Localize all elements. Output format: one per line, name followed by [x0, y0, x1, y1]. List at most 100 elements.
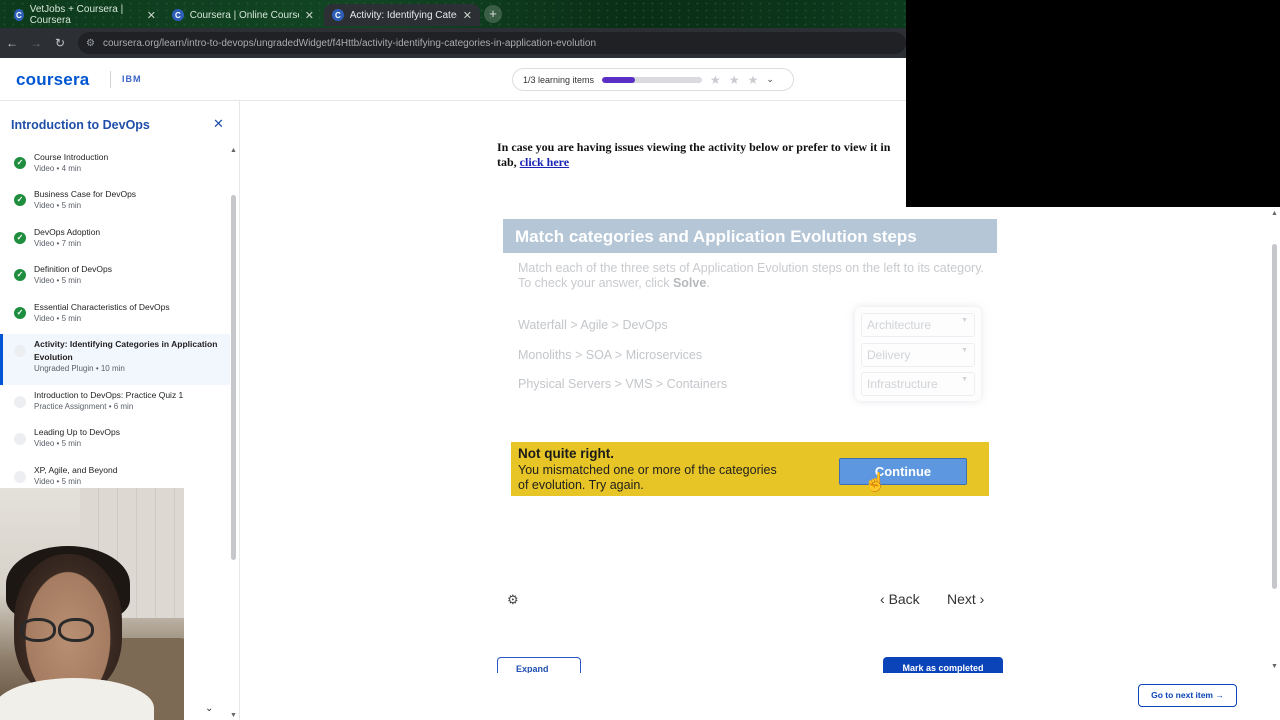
- close-tab-icon[interactable]: ✕: [463, 9, 472, 22]
- coursera-favicon-icon: C: [172, 9, 184, 21]
- tab-label: Activity: Identifying Categories: [349, 9, 457, 21]
- address-bar-row: ← → ↻ ⚙ coursera.org/learn/intro-to-devo…: [0, 28, 906, 58]
- reload-icon[interactable]: ↻: [48, 36, 72, 50]
- sidebar-item[interactable]: ✓ Essential Characteristics of DevOps Vide…: [0, 297, 230, 334]
- view-in-tab-notice: In case you are having issues viewing th…: [497, 140, 917, 170]
- new-tab-button[interactable]: +: [484, 5, 502, 23]
- chevron-down-icon: ▼: [961, 346, 968, 354]
- sidebar-item-title: Leading Up to DevOps: [34, 427, 120, 438]
- category-select[interactable]: Delivery ▼: [861, 342, 975, 367]
- expand-label: Expand: [516, 664, 549, 673]
- select-value: Delivery: [867, 347, 911, 362]
- sidebar-item[interactable]: ✓ DevOps Adoption Video • 7 min: [0, 222, 230, 259]
- select-value: Infrastructure: [867, 377, 938, 391]
- chevron-down-icon[interactable]: ⌄: [205, 703, 213, 714]
- forward-arrow-icon[interactable]: →: [24, 36, 48, 50]
- incomplete-circle-icon: [14, 344, 26, 357]
- sidebar-item[interactable]: Introduction to DevOps: Practice Quiz 1P…: [0, 385, 230, 422]
- webcam-glasses: [58, 618, 94, 642]
- sidebar-item-title: Course Introduction: [34, 152, 109, 162]
- learning-progress[interactable]: 1/3 learning items ★ ★ ★ ⌄: [512, 68, 794, 91]
- webcam-overlay: [0, 488, 184, 720]
- sidebar-item-meta: Video • 5 min: [34, 313, 82, 323]
- completed-check-icon: ✓: [14, 157, 26, 169]
- sidebar-item-title: XP, Agile, and Beyond: [34, 464, 118, 475]
- sidebar-item-meta: Video • 5 min: [34, 201, 82, 211]
- completed-check-icon: ✓: [14, 194, 26, 207]
- coursera-logo[interactable]: coursera: [16, 70, 89, 90]
- step-row: Physical Servers > VMS > Containers: [518, 377, 728, 391]
- close-tab-icon[interactable]: ✕: [305, 9, 314, 22]
- go-to-next-item-button[interactable]: Go to next item →: [1138, 684, 1237, 707]
- close-sidebar-icon[interactable]: ✕: [213, 116, 224, 132]
- progress-bar: [602, 76, 703, 83]
- chevron-down-icon: ▼: [961, 376, 968, 383]
- star-icon: ★: [710, 72, 721, 87]
- star-icon: ★: [728, 72, 740, 87]
- sidebar-item[interactable]: ✓ Definition of DevOps Video • 5 min: [0, 259, 230, 296]
- next-button[interactable]: Next ›: [947, 591, 984, 607]
- scroll-down-icon[interactable]: ▼: [1271, 663, 1278, 670]
- sidebar-item[interactable]: ✓ Business Case for DevOps Video • 5 min: [0, 184, 230, 221]
- sidebar-scrollbar[interactable]: ▲ ▼: [230, 147, 237, 719]
- category-selects: Architecture ▼ Delivery ▼ Infrastructure ▼: [855, 307, 981, 401]
- chevron-down-icon[interactable]: ⌄: [766, 74, 774, 85]
- continue-button[interactable]: Continue: [839, 458, 967, 485]
- progress-label: 1/3 learning items: [523, 74, 595, 85]
- main-scrollbar[interactable]: ▲ ▼: [1271, 210, 1278, 675]
- activity-title: Match categories and Application Evoluti…: [503, 219, 997, 253]
- sidebar-item-meta: Video • 7 min: [34, 238, 82, 248]
- step-row: Monoliths > SOA > Microservices: [518, 347, 703, 362]
- completed-check-icon: ✓: [14, 306, 26, 319]
- coursera-favicon-icon: C: [14, 9, 24, 21]
- sidebar-item-list: ✓ Course Introduction Video • 4 min ✓ Busine…: [0, 147, 230, 497]
- completed-check-icon: ✓: [14, 269, 26, 282]
- sidebar-item-meta: Video • 4 min: [34, 164, 82, 173]
- scroll-down-icon[interactable]: ▼: [230, 712, 237, 719]
- activity-instructions: Match each of the three sets of Applicat…: [518, 261, 985, 290]
- sidebar-scroll-thumb[interactable]: [231, 195, 236, 560]
- notice-text: In case you are having issues viewing th…: [497, 140, 891, 154]
- hand-cursor-icon: ☝: [864, 472, 887, 492]
- click-here-link[interactable]: click here: [520, 155, 569, 169]
- tab-coursera[interactable]: C Coursera | Online Courses From ✕: [164, 4, 322, 26]
- logo-divider: [110, 71, 111, 88]
- sidebar-item-meta: Video • 5 min: [34, 276, 82, 286]
- tab-vetjobs[interactable]: C VetJobs + Coursera | Coursera ✕: [6, 4, 164, 26]
- main-scroll-thumb[interactable]: [1272, 244, 1277, 589]
- scroll-up-icon[interactable]: ▲: [230, 147, 237, 154]
- back-label: Back: [888, 591, 920, 607]
- sidebar-item-title: Introduction to DevOps: Practice Quiz 1: [34, 389, 184, 400]
- incomplete-circle-icon: [14, 470, 26, 483]
- sidebar-item[interactable]: Activity: Identifying Categories in Appl…: [0, 333, 230, 385]
- screen-overlay: [906, 0, 1280, 207]
- settings-gear-icon[interactable]: ⚙: [507, 592, 519, 608]
- category-select[interactable]: Architecture ▼: [861, 313, 975, 337]
- sidebar-item-title: Essential Characteristics of DevOps: [34, 301, 170, 312]
- course-header: coursera IBM 1/3 learning items ★ ★ ★ ⌄: [0, 58, 906, 101]
- select-value: Architecture: [867, 318, 932, 332]
- feedback-message: You mismatched one or more of the catego…: [518, 463, 777, 492]
- sidebar-item[interactable]: ✓ Course Introduction Video • 4 min: [0, 147, 230, 184]
- back-arrow-icon[interactable]: ←: [0, 36, 24, 50]
- tab-label: VetJobs + Coursera | Coursera: [29, 4, 124, 26]
- chevron-down-icon: ▼: [961, 317, 968, 324]
- coursera-favicon-icon: C: [332, 9, 344, 21]
- solve-word: Solve: [672, 276, 707, 290]
- sidebar-item[interactable]: Leading Up to DevOps Video • 5 min: [0, 422, 230, 459]
- sidebar-item-meta: Ungraded Plugin • 10 min: [34, 363, 125, 373]
- tab-activity[interactable]: C Activity: Identifying Categories ✕: [324, 4, 480, 26]
- mark-as-completed-button[interactable]: Mark as completed: [883, 657, 1003, 673]
- close-tab-icon[interactable]: ✕: [147, 9, 156, 22]
- scroll-up-icon[interactable]: ▲: [1271, 210, 1278, 217]
- sidebar-item-meta: Video • 5 min: [34, 439, 82, 449]
- sidebar-item-meta: Practice Assignment • 6 min: [34, 401, 134, 411]
- url-input[interactable]: ⚙ coursera.org/learn/intro-to-devops/ung…: [78, 32, 906, 54]
- category-select[interactable]: Infrastructure ▼: [861, 372, 975, 396]
- site-info-icon[interactable]: ⚙: [86, 38, 95, 49]
- expand-button[interactable]: Expand: [497, 657, 581, 673]
- incomplete-circle-icon: [14, 433, 26, 446]
- sidebar-item-title: DevOps Adoption: [34, 226, 101, 237]
- back-button[interactable]: ‹ Back: [880, 591, 920, 607]
- step-row: Waterfall > Agile > DevOps: [518, 318, 668, 332]
